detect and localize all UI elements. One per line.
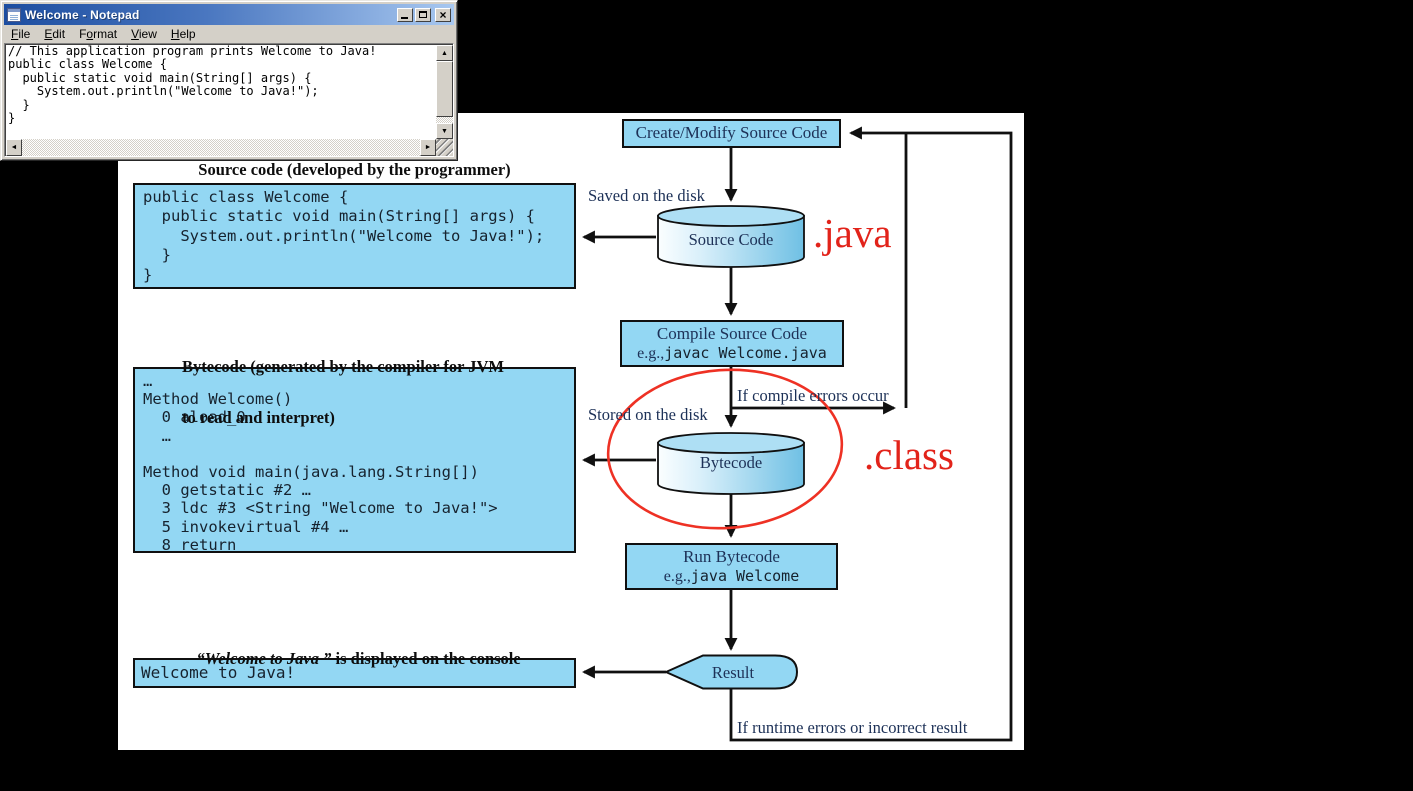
vertical-scroll-thumb[interactable] xyxy=(436,61,453,117)
resize-grip[interactable] xyxy=(436,139,453,156)
menu-item-edit[interactable]: Edit xyxy=(37,26,72,42)
console-heading-rest: is displayed on the console xyxy=(331,649,520,668)
vertical-scrollbar[interactable]: ▲ ▼ xyxy=(436,45,453,139)
compile-eg-prefix: e.g., xyxy=(637,344,664,363)
menu-item-format[interactable]: Format xyxy=(72,26,124,42)
notepad-text-line: System.out.println("Welcome to Java!"); xyxy=(8,85,434,98)
bytecode-heading-line1: Bytecode (generated by the compiler for … xyxy=(182,358,504,375)
menu-item-view[interactable]: View xyxy=(124,26,164,42)
menu-item-help[interactable]: Help xyxy=(164,26,203,42)
stored-on-disk-label: Stored on the disk xyxy=(588,405,708,425)
bytecode-line: Method void main(java.lang.String[]) xyxy=(143,463,566,481)
compile-errors-label: If compile errors occur xyxy=(737,386,889,406)
scroll-up-icon[interactable]: ▲ xyxy=(436,45,453,61)
notepad-icon xyxy=(7,8,21,22)
bytecode-line: 8 return xyxy=(143,536,566,554)
bytecode-line: 0 getstatic #2 … xyxy=(143,481,566,499)
bytecode-line xyxy=(143,445,566,463)
notepad-title-bar[interactable]: Welcome - Notepad × xyxy=(4,4,454,25)
result-label: Result xyxy=(680,663,786,683)
notepad-text-line: } xyxy=(8,112,434,125)
create-modify-source-label: Create/Modify Source Code xyxy=(636,123,828,143)
source-code-heading: Source code (developed by the programmer… xyxy=(133,161,576,178)
horizontal-scrollbar[interactable]: ◄ ► xyxy=(6,139,436,156)
notepad-window: Welcome - Notepad × File Edit Format Vie… xyxy=(0,0,458,161)
maximize-icon xyxy=(419,11,427,18)
bytecode-line: 3 ldc #3 <String "Welcome to Java!"> xyxy=(143,499,566,517)
minimize-icon xyxy=(401,17,408,19)
menu-item-file[interactable]: File xyxy=(4,26,37,42)
notepad-client-area: // This application program prints Welco… xyxy=(4,43,454,157)
source-code-line: System.out.println("Welcome to Java!"); xyxy=(143,227,566,246)
scroll-right-icon[interactable]: ► xyxy=(420,139,436,156)
run-eg-prefix: e.g., xyxy=(664,567,691,586)
source-code-line: public static void main(String[] args) { xyxy=(143,207,566,226)
source-code-line: public class Welcome { xyxy=(143,188,566,207)
source-cylinder-label: Source Code xyxy=(658,230,804,250)
run-command: java Welcome xyxy=(691,567,799,585)
notepad-text-area[interactable]: // This application program prints Welco… xyxy=(6,45,436,139)
source-code-line: } xyxy=(143,266,566,285)
class-extension-label: .class xyxy=(864,435,954,476)
compile-source-box: Compile Source Code e.g., javac Welcome.… xyxy=(620,320,844,367)
bytecode-heading: Bytecode (generated by the compiler for … xyxy=(182,324,504,443)
console-heading: “Welcome to Java ” is displayed on the c… xyxy=(133,633,576,667)
notepad-text-line: // This application program prints Welco… xyxy=(8,45,434,58)
bytecode-heading-line2: to read and interpret) xyxy=(182,409,504,426)
java-extension-label: .java xyxy=(813,213,892,254)
notepad-menu-bar: File Edit Format View Help xyxy=(4,25,454,43)
console-heading-quote: “Welcome to Java ” xyxy=(197,649,332,668)
notepad-title-text: Welcome - Notepad xyxy=(25,8,140,22)
close-button[interactable]: × xyxy=(435,8,451,22)
run-bytecode-box: Run Bytecode e.g., java Welcome xyxy=(625,543,838,590)
saved-on-disk-label: Saved on the disk xyxy=(588,186,705,206)
create-modify-source-box: Create/Modify Source Code xyxy=(622,119,841,148)
runtime-errors-label: If runtime errors or incorrect result xyxy=(737,718,967,738)
close-icon: × xyxy=(439,10,446,20)
notepad-text-line: } xyxy=(8,99,434,112)
scroll-down-icon[interactable]: ▼ xyxy=(436,123,453,139)
compile-source-label: Compile Source Code xyxy=(657,324,807,344)
run-bytecode-label: Run Bytecode xyxy=(683,547,780,567)
notepad-text-line: public class Welcome { xyxy=(8,58,434,71)
maximize-button[interactable] xyxy=(415,8,431,22)
source-code-line: } xyxy=(143,246,566,265)
compile-command: javac Welcome.java xyxy=(664,344,827,362)
minimize-button[interactable] xyxy=(397,8,413,22)
source-code-panel: public class Welcome { public static voi… xyxy=(133,183,576,289)
bytecode-cylinder-label: Bytecode xyxy=(658,453,804,473)
scroll-left-icon[interactable]: ◄ xyxy=(6,139,22,156)
notepad-text-line: public static void main(String[] args) { xyxy=(8,72,434,85)
bytecode-line: 5 invokevirtual #4 … xyxy=(143,518,566,536)
